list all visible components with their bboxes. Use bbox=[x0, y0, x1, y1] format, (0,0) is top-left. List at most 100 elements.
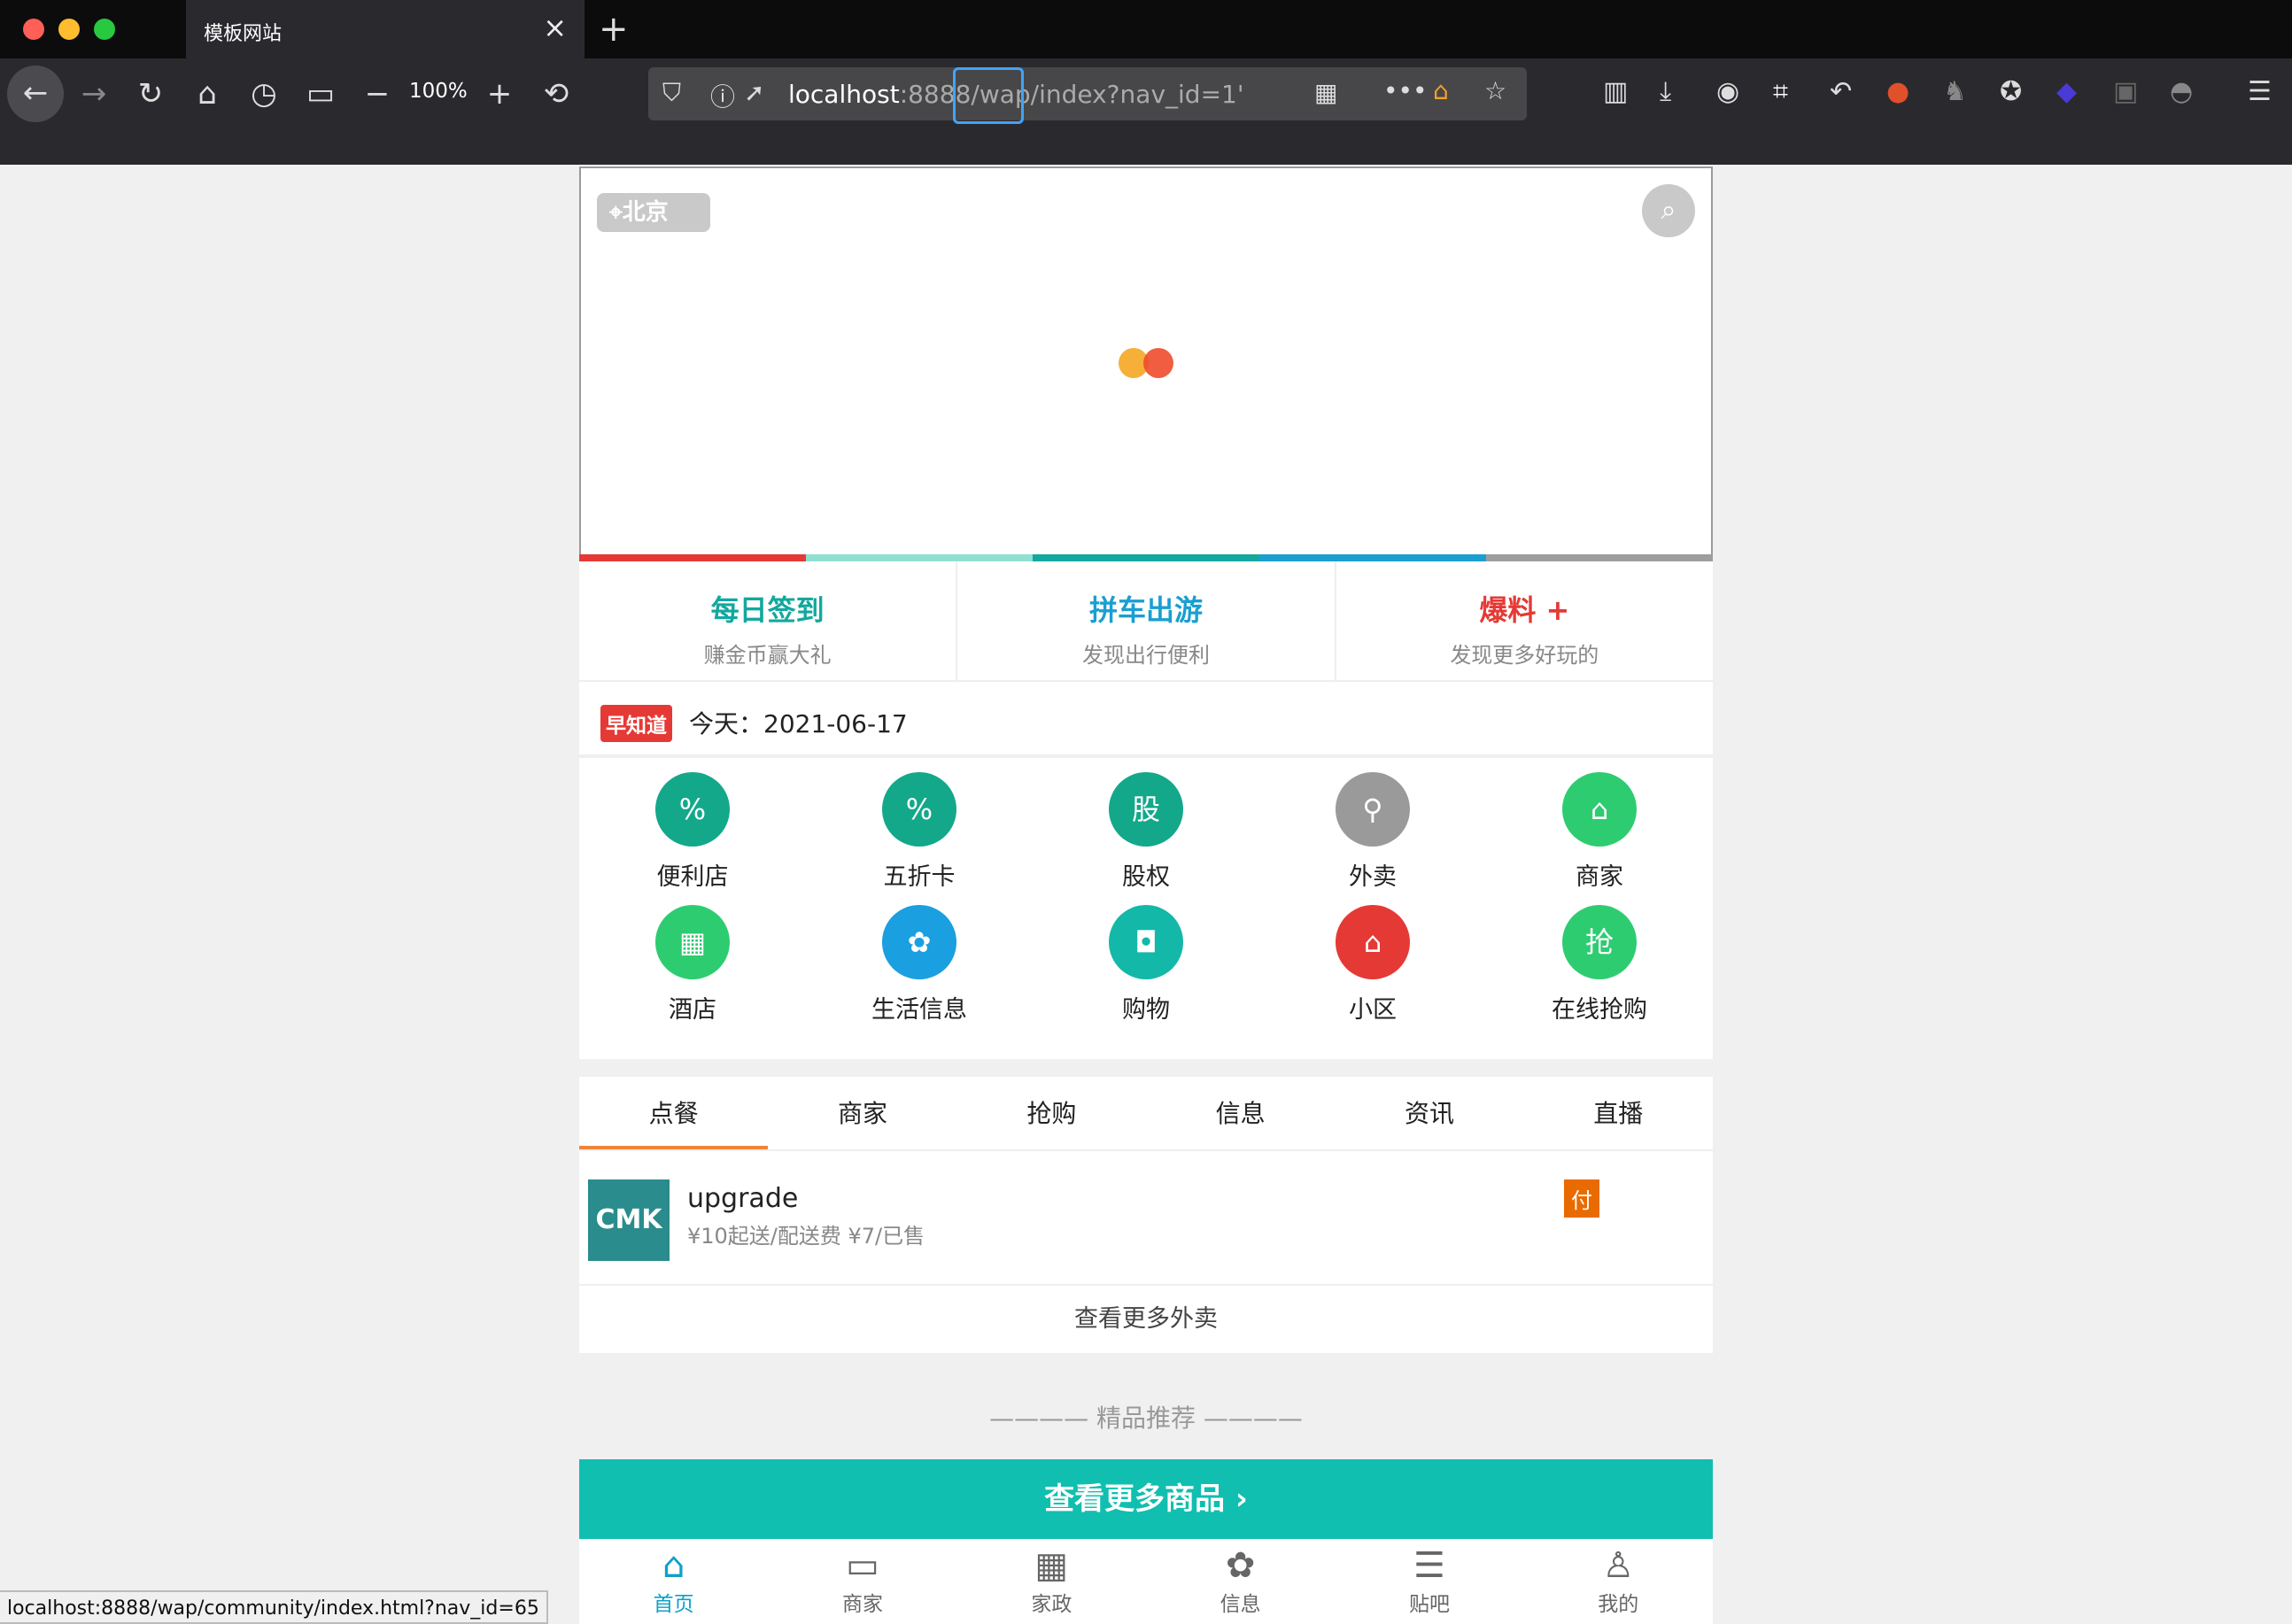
menu-icon[interactable]: ☰ bbox=[2248, 76, 2272, 107]
bottom-nav-item[interactable]: ⌂ 首页 bbox=[579, 1539, 768, 1624]
recommend-title: ———— 精品推荐 ———— bbox=[989, 1404, 1303, 1433]
quick-link-checkin[interactable]: 每日签到 赚金币赢大礼 bbox=[579, 561, 958, 680]
location-selector[interactable]: ⌖北京 bbox=[597, 193, 710, 232]
banner-carousel[interactable]: ⌖北京 ⌕ bbox=[579, 166, 1713, 556]
category-label: 股权 bbox=[1122, 863, 1170, 891]
bottom-nav-label: 我的 bbox=[1598, 1593, 1639, 1616]
category-item[interactable]: 抢在线抢购 bbox=[1486, 905, 1713, 1038]
color-strip bbox=[579, 554, 1713, 561]
bottom-nav-item[interactable]: ✿ 信息 bbox=[1146, 1539, 1335, 1624]
news-badge: 早知道 bbox=[600, 705, 672, 742]
house-icon: ⌂ bbox=[1336, 905, 1410, 979]
category-item[interactable]: 股股权 bbox=[1033, 772, 1259, 905]
zoom-level[interactable]: 100% bbox=[409, 80, 468, 103]
news-ticker[interactable]: 早知道 今天：2021-06-17 bbox=[579, 684, 1713, 758]
qr-code-icon[interactable]: ▦ bbox=[1314, 78, 1337, 107]
new-tab-icon[interactable]: + bbox=[599, 9, 629, 50]
list-item[interactable]: CMK upgrade ¥10起送/配送费 ¥7/已售 付 bbox=[579, 1153, 1713, 1286]
permissions-icon[interactable]: ➚ bbox=[744, 78, 764, 107]
stock-icon: 股 bbox=[1109, 772, 1183, 847]
close-tab-icon[interactable]: × bbox=[543, 11, 567, 44]
category-item[interactable]: ▦ 酒店 bbox=[579, 905, 806, 1038]
url-host: localhost bbox=[788, 80, 900, 109]
bottom-nav-label: 商家 bbox=[841, 1593, 883, 1616]
bottom-nav-label: 家政 bbox=[1031, 1593, 1072, 1616]
history-icon[interactable]: ◷ bbox=[243, 69, 285, 119]
quick-link-subtitle: 赚金币赢大礼 bbox=[703, 643, 832, 668]
tab-ordering[interactable]: 点餐 bbox=[579, 1077, 769, 1149]
category-item[interactable]: ✿ 生活信息 bbox=[806, 905, 1033, 1038]
extension-icon[interactable]: ♞ bbox=[1943, 76, 1967, 107]
tab-news[interactable]: 资讯 bbox=[1335, 1077, 1523, 1149]
home-icon[interactable]: ⌂ bbox=[186, 69, 228, 119]
tab-live[interactable]: 直播 bbox=[1524, 1077, 1713, 1149]
info-icon[interactable]: ⓘ bbox=[710, 78, 735, 113]
location-label: 北京 bbox=[622, 199, 669, 226]
more-takeout-link[interactable]: 查看更多外卖 bbox=[579, 1286, 1713, 1353]
bike-icon: ⚲ bbox=[1336, 772, 1410, 847]
crop-icon[interactable]: ⌗ bbox=[1773, 76, 1788, 107]
info-icon: ✿ bbox=[882, 905, 956, 979]
url-highlight bbox=[953, 67, 1024, 124]
category-item[interactable]: % 五折卡 bbox=[806, 772, 1033, 905]
category-item[interactable]: ◘ 购物 bbox=[1033, 905, 1259, 1038]
tab-bar: 模板网站 × + bbox=[0, 0, 2292, 58]
shield-icon[interactable]: ⛉ bbox=[662, 78, 681, 108]
reader-view-icon[interactable]: ▥ bbox=[1603, 76, 1628, 107]
zoom-out-icon[interactable]: − bbox=[356, 69, 399, 119]
content-tabs: 点餐 商家 抢购 信息 资讯 直播 bbox=[579, 1077, 1713, 1151]
home-extension-icon[interactable]: ⌂ bbox=[1433, 76, 1449, 105]
merchant-meta: ¥10起送/配送费 ¥7/已售 bbox=[687, 1224, 925, 1249]
more-products-button[interactable]: 查看更多商品 › bbox=[579, 1459, 1713, 1539]
category-label: 便利店 bbox=[656, 863, 729, 891]
quick-link-carpool[interactable]: 拼车出游 发现出行便利 bbox=[957, 561, 1336, 680]
maximize-window-button[interactable] bbox=[94, 19, 115, 40]
tab-active[interactable]: 模板网站 × bbox=[186, 0, 585, 58]
tab-info[interactable]: 信息 bbox=[1146, 1077, 1335, 1149]
tab-merchants[interactable]: 商家 bbox=[768, 1077, 956, 1149]
category-item[interactable]: ⌂ 小区 bbox=[1259, 905, 1486, 1038]
category-item[interactable]: ⚲ 外卖 bbox=[1259, 772, 1486, 905]
restore-icon[interactable]: ⟲ bbox=[535, 69, 577, 119]
quick-link-report[interactable]: 爆料 + 发现更多好玩的 bbox=[1336, 561, 1713, 680]
more-actions-icon[interactable]: ••• bbox=[1383, 76, 1428, 105]
extension-icon[interactable]: ◓ bbox=[2170, 76, 2193, 107]
forward-button[interactable]: → bbox=[73, 69, 115, 119]
bottom-nav-label: 贴吧 bbox=[1408, 1593, 1450, 1616]
extension-icon[interactable]: ▣ bbox=[2113, 76, 2138, 107]
account-icon[interactable]: ◉ bbox=[1716, 76, 1739, 107]
undo-icon[interactable]: ↶ bbox=[1830, 76, 1852, 107]
bookmark-folder-icon[interactable]: ▭ bbox=[299, 69, 342, 119]
reload-button[interactable]: ↻ bbox=[129, 69, 172, 119]
chat-icon: ☰ bbox=[1413, 1545, 1445, 1586]
building-icon: ▦ bbox=[655, 905, 730, 979]
percent-icon: % bbox=[882, 772, 956, 847]
back-button[interactable]: ← bbox=[7, 66, 64, 122]
extension-icon[interactable]: ● bbox=[1886, 76, 1909, 107]
category-label: 购物 bbox=[1122, 996, 1170, 1024]
minimize-window-button[interactable] bbox=[58, 19, 80, 40]
home-icon: ⌂ bbox=[662, 1545, 685, 1586]
bottom-nav-item[interactable]: ♙ 我的 bbox=[1524, 1539, 1713, 1624]
divider bbox=[579, 1059, 1713, 1077]
tab-flash-sale[interactable]: 抢购 bbox=[957, 1077, 1146, 1149]
building-icon: ▦ bbox=[1034, 1545, 1069, 1586]
zoom-in-icon[interactable]: + bbox=[478, 69, 521, 119]
download-icon[interactable]: ⤓ bbox=[1660, 76, 1671, 107]
category-item[interactable]: ⌂ 商家 bbox=[1486, 772, 1713, 905]
bottom-nav-item[interactable]: ▭ 商家 bbox=[768, 1539, 956, 1624]
flash-sale-icon: 抢 bbox=[1562, 905, 1637, 979]
search-icon[interactable]: ⌕ bbox=[1642, 184, 1695, 237]
star-icon[interactable]: ☆ bbox=[1484, 76, 1506, 105]
close-window-button[interactable] bbox=[23, 19, 44, 40]
address-bar[interactable]: ⛉ ⓘ ➚ localhost:8888/wap/index?nav_id=1'… bbox=[648, 67, 1527, 124]
category-item[interactable]: % 便利店 bbox=[579, 772, 806, 905]
mobile-page: ⌖北京 ⌕ 每日签到 赚金币赢大礼 拼车出游 发现出行便利 爆料 + 发现更多好… bbox=[579, 165, 1713, 1624]
bottom-nav-item[interactable]: ☰ 贴吧 bbox=[1335, 1539, 1523, 1624]
cookie-icon[interactable]: ✪ bbox=[2000, 76, 2022, 107]
quick-links: 每日签到 赚金币赢大礼 拼车出游 发现出行便利 爆料 + 发现更多好玩的 bbox=[579, 561, 1713, 682]
extension-icon[interactable]: ◆ bbox=[2056, 76, 2077, 107]
bottom-nav-item[interactable]: ▦ 家政 bbox=[957, 1539, 1146, 1624]
info-icon: ✿ bbox=[1225, 1545, 1256, 1586]
category-label: 外卖 bbox=[1349, 863, 1397, 891]
